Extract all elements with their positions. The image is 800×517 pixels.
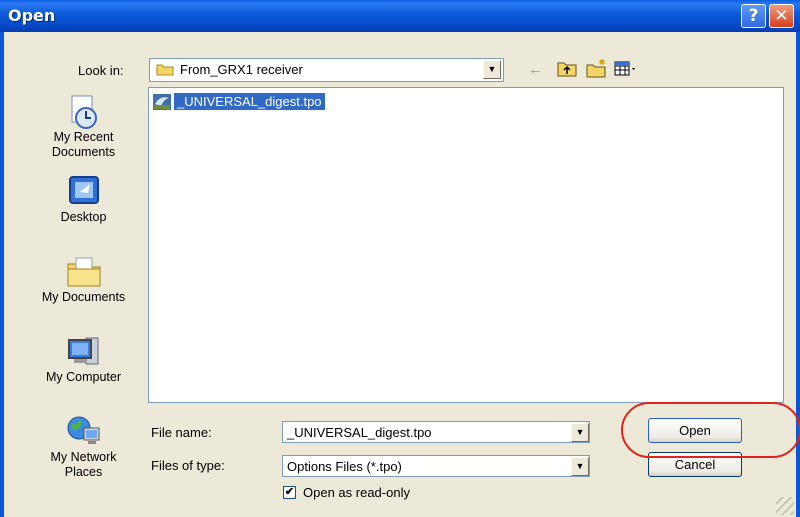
- file-type-select[interactable]: Options Files (*.tpo) ▼: [282, 455, 590, 477]
- look-in-value: From_GRX1 receiver: [180, 62, 303, 77]
- file-list[interactable]: [148, 87, 784, 403]
- chevron-down-icon[interactable]: ▼: [571, 423, 589, 442]
- my-computer-icon: [66, 334, 102, 368]
- annotation-circle: [621, 402, 800, 458]
- close-button[interactable]: ✕: [769, 4, 794, 28]
- look-in-label: Look in:: [78, 63, 124, 78]
- file-item-selected[interactable]: _UNIVERSAL_digest.tpo: [173, 92, 326, 111]
- my-documents-icon: [66, 254, 102, 288]
- new-folder-icon[interactable]: [586, 58, 608, 78]
- look-in-select[interactable]: From_GRX1 receiver ▼: [149, 58, 504, 82]
- place-label: My Computer: [45, 370, 122, 384]
- file-name-value: _UNIVERSAL_digest.tpo: [287, 425, 432, 440]
- place-label: Desktop: [60, 210, 107, 224]
- place-my-computer[interactable]: My Computer: [20, 334, 147, 385]
- readonly-label: Open as read-only: [303, 485, 410, 500]
- window-frame-left: [0, 32, 4, 517]
- title-bar: [0, 0, 800, 32]
- file-type-label: Files of type:: [151, 458, 225, 473]
- place-label: My Recent Documents: [51, 130, 116, 159]
- back-arrow-icon[interactable]: ←: [528, 61, 543, 79]
- recent-documents-icon: [66, 94, 102, 129]
- window-title: Open: [8, 6, 56, 25]
- file-name-input[interactable]: _UNIVERSAL_digest.tpo ▼: [282, 421, 590, 443]
- folder-icon: [156, 62, 174, 76]
- place-label: My Network Places: [50, 450, 117, 479]
- place-network-places[interactable]: My Network Places: [20, 414, 147, 480]
- tpo-file-icon[interactable]: [153, 94, 171, 110]
- up-folder-icon[interactable]: [557, 59, 577, 77]
- desktop-icon: [66, 174, 102, 208]
- file-type-value: Options Files (*.tpo): [287, 459, 402, 474]
- views-menu-icon[interactable]: [614, 60, 638, 78]
- place-label: My Documents: [41, 290, 126, 304]
- network-places-icon: [66, 414, 102, 448]
- place-desktop[interactable]: Desktop: [20, 174, 147, 225]
- chevron-down-icon[interactable]: ▼: [483, 60, 501, 79]
- place-recent-documents[interactable]: My Recent Documents: [20, 94, 147, 160]
- place-my-documents[interactable]: My Documents: [20, 254, 147, 305]
- resize-grip[interactable]: [776, 497, 794, 515]
- readonly-checkbox[interactable]: ✔: [283, 486, 296, 499]
- help-button[interactable]: ?: [741, 4, 766, 28]
- chevron-down-icon[interactable]: ▼: [571, 457, 589, 476]
- file-name-label: File name:: [151, 425, 212, 440]
